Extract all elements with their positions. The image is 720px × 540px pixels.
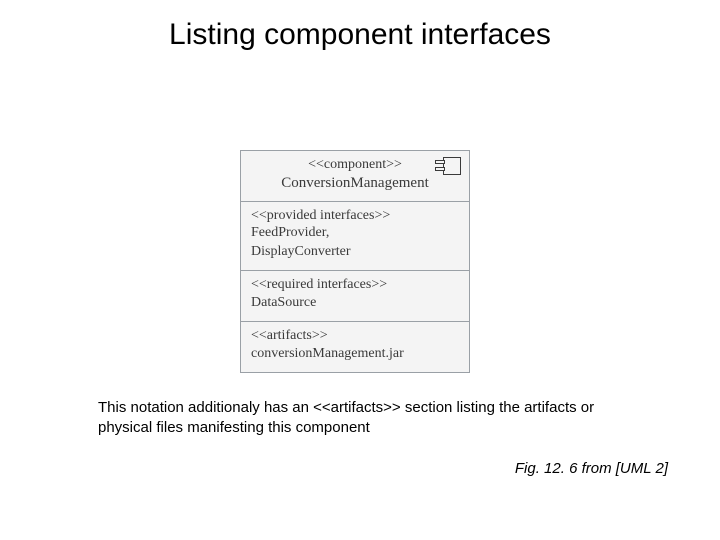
component-icon	[439, 157, 461, 175]
figure-reference: Fig. 12. 6 from [UML 2]	[515, 460, 668, 477]
provided-stereotype: <<provided interfaces>>	[251, 208, 459, 225]
artifacts-compartment: <<artifacts>> conversionManagement.jar	[241, 322, 469, 372]
page-title: Listing component interfaces	[0, 18, 720, 52]
provided-item: DisplayConverter	[251, 243, 459, 262]
component-header: <<component>> ConversionManagement	[241, 151, 469, 202]
provided-interfaces-compartment: <<provided interfaces>> FeedProvider, Di…	[241, 202, 469, 272]
required-stereotype: <<required interfaces>>	[251, 277, 459, 294]
uml-component-box: <<component>> ConversionManagement <<pro…	[240, 150, 470, 373]
caption-text: This notation additionaly has an <<artif…	[98, 398, 628, 439]
artifacts-item: conversionManagement.jar	[251, 345, 459, 364]
provided-item: FeedProvider,	[251, 224, 459, 243]
component-stereotype: <<component>>	[251, 157, 459, 174]
required-interfaces-compartment: <<required interfaces>> DataSource	[241, 271, 469, 322]
artifacts-stereotype: <<artifacts>>	[251, 328, 459, 345]
required-item: DataSource	[251, 294, 459, 313]
component-name: ConversionManagement	[251, 174, 459, 193]
